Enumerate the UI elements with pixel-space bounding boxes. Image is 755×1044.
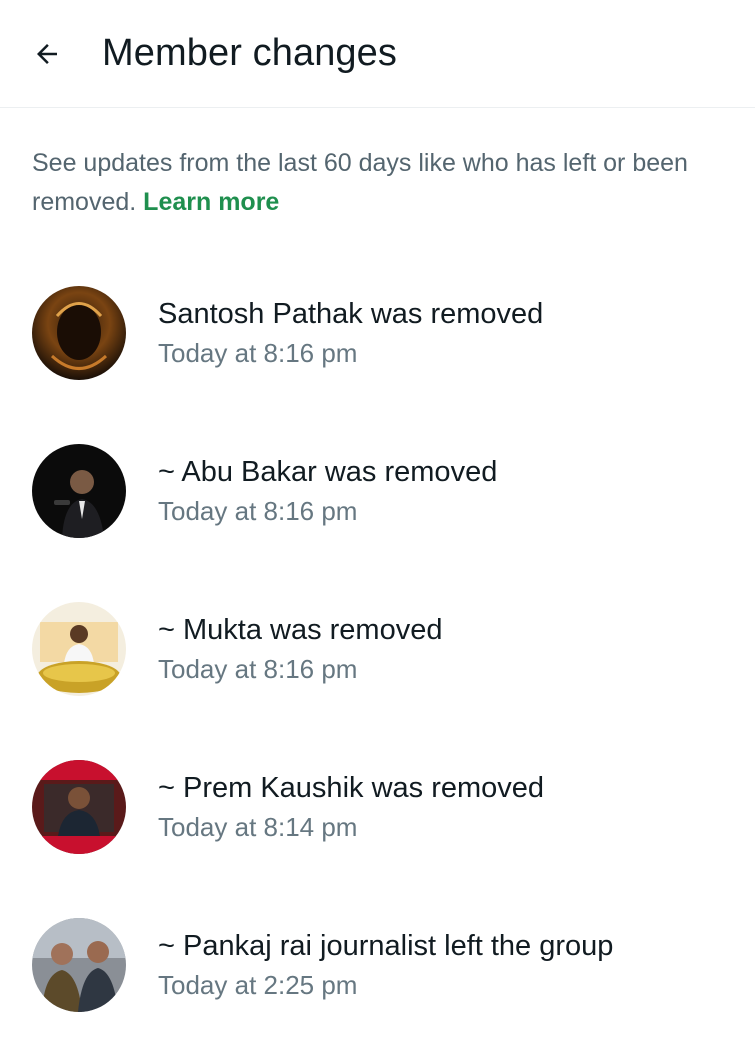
event-text: ~ Abu Bakar was removed: [158, 456, 498, 488]
info-description: See updates from the last 60 days like w…: [32, 149, 688, 216]
learn-more-link[interactable]: Learn more: [143, 188, 279, 216]
avatar[interactable]: [32, 918, 126, 1012]
page-title: Member changes: [102, 32, 397, 74]
member-change-list: Santosh Pathak was removed Today at 8:16…: [0, 254, 755, 1044]
event-time: Today at 8:16 pm: [158, 496, 358, 526]
arrow-left-icon: [37, 43, 57, 64]
app-header: Member changes: [0, 0, 755, 108]
event-time: Today at 8:16 pm: [158, 338, 358, 368]
avatar[interactable]: [32, 444, 126, 538]
info-text: See updates from the last 60 days like w…: [32, 144, 725, 222]
event-time: Today at 8:16 pm: [158, 654, 358, 684]
event-time: Today at 8:14 pm: [158, 812, 358, 842]
event-text: Santosh Pathak was removed: [158, 298, 544, 330]
avatar[interactable]: [32, 602, 126, 696]
list-item[interactable]: ~ Mukta was removed Today at 8:16 pm: [0, 570, 755, 728]
avatar[interactable]: [32, 760, 126, 854]
event-text: ~ Prem Kaushik was removed: [158, 772, 545, 804]
event-text: ~ Pankaj rai journalist left the group: [158, 930, 614, 962]
event-time: Today at 2:25 pm: [158, 970, 358, 1000]
list-item[interactable]: ~ Pankaj rai journalist left the group T…: [0, 886, 755, 1044]
event-text: ~ Mukta was removed: [158, 614, 443, 646]
list-item[interactable]: ~ Prem Kaushik was removed Today at 8:14…: [0, 728, 755, 886]
list-item[interactable]: ~ Abu Bakar was removed Today at 8:16 pm: [0, 412, 755, 570]
list-item[interactable]: Santosh Pathak was removed Today at 8:16…: [0, 254, 755, 412]
avatar[interactable]: [32, 286, 126, 380]
back-button[interactable]: [30, 37, 64, 71]
